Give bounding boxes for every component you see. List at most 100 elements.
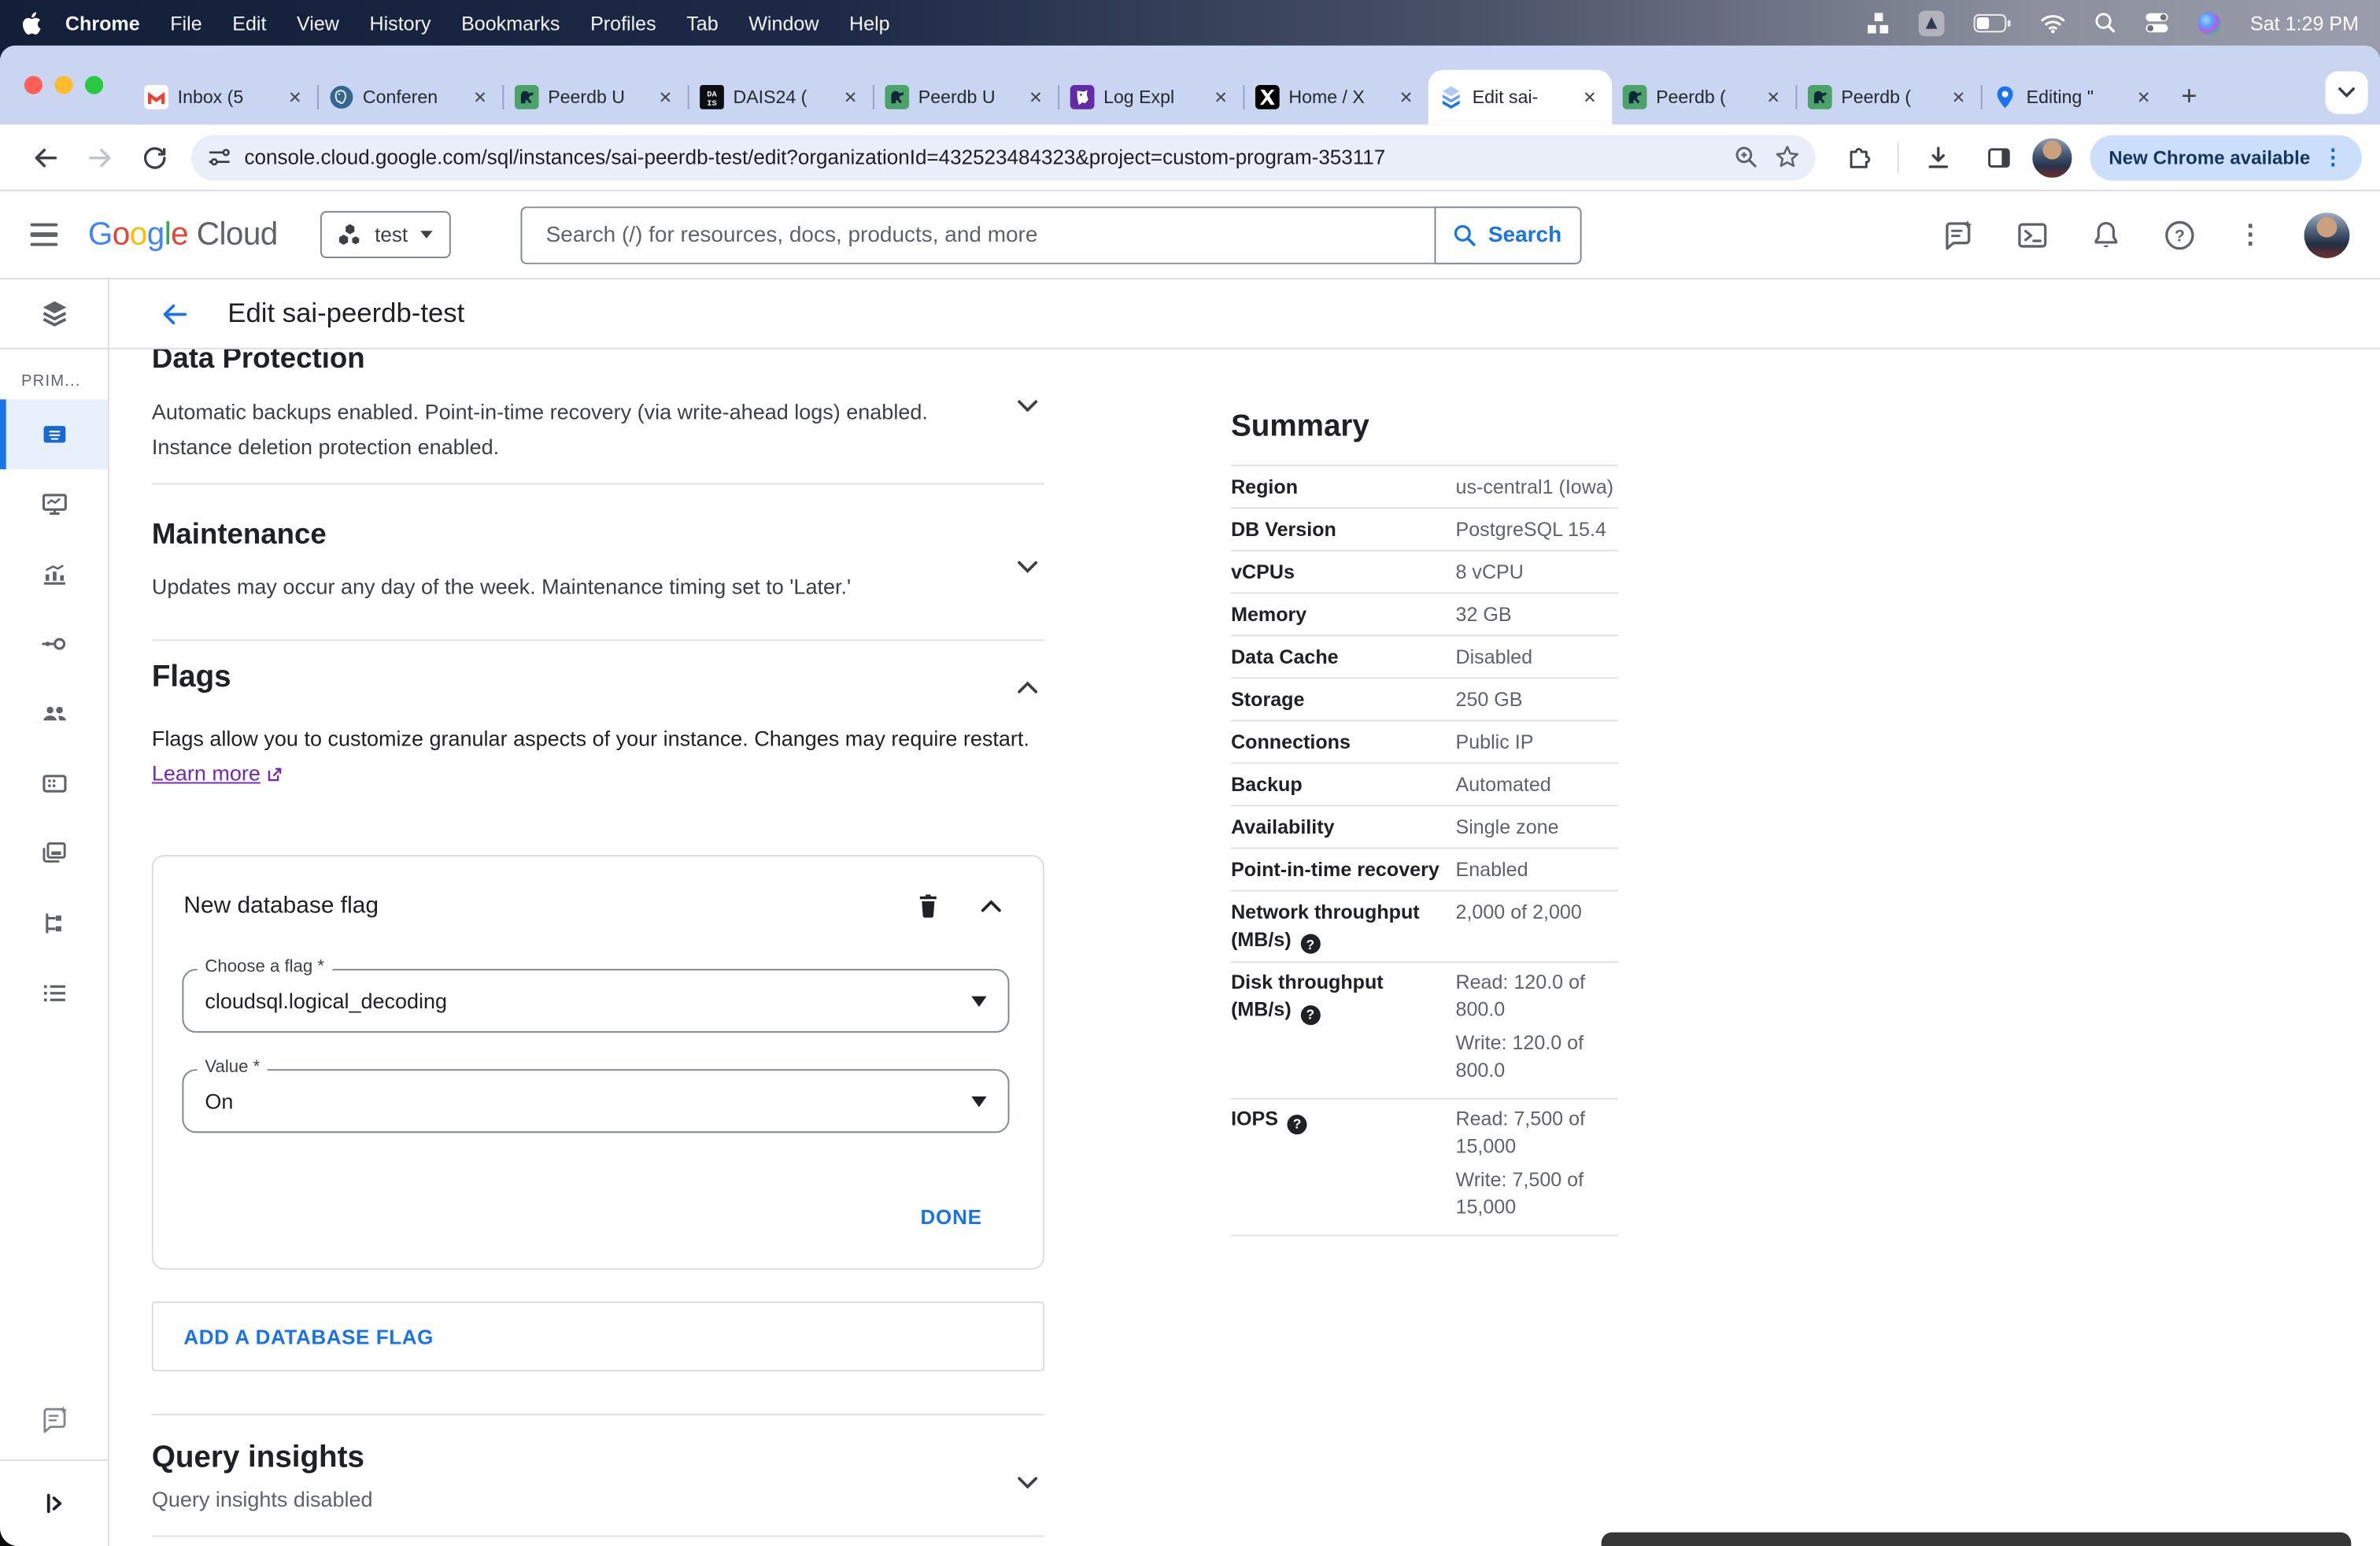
cloud-sql-product-icon[interactable]	[0, 279, 108, 350]
url-text[interactable]: console.cloud.google.com/sql/instances/s…	[244, 146, 1721, 168]
browser-tab-edit-sai[interactable]: Edit sai- ✕	[1428, 69, 1613, 125]
tab-close-icon[interactable]: ✕	[1395, 86, 1417, 109]
help-icon[interactable]: ?	[2163, 218, 2196, 251]
menu-item-history[interactable]: History	[354, 11, 446, 34]
browser-tab-conferen[interactable]: Conferen ✕	[319, 70, 502, 124]
close-window-button[interactable]	[24, 76, 42, 94]
collapse-flag-card-icon[interactable]	[981, 899, 1002, 912]
tab-close-icon[interactable]: ✕	[1762, 86, 1785, 109]
minimize-window-button[interactable]	[54, 76, 73, 94]
delete-flag-icon[interactable]	[915, 891, 941, 920]
browser-tab-peerdb[interactable]: Peerdb (✕	[1797, 70, 1980, 124]
tab-close-icon[interactable]: ✕	[1578, 86, 1601, 109]
menu-item-tab[interactable]: Tab	[671, 11, 734, 34]
more-vert-icon[interactable]: ⋮	[2238, 220, 2264, 250]
project-picker[interactable]: test	[320, 211, 451, 258]
tab-search-chevron-button[interactable]	[2325, 71, 2368, 114]
zoom-window-button[interactable]	[84, 76, 104, 94]
bookmark-star-icon[interactable]	[1775, 144, 1801, 170]
learn-more-link[interactable]: Learn more	[152, 761, 261, 786]
sidebar-item-users[interactable]	[0, 679, 108, 749]
summary-row: Region us-central1 (Iowa)	[1231, 464, 1618, 507]
tab-close-icon[interactable]: ✕	[469, 86, 492, 109]
sidebar-item-query-insights[interactable]	[0, 539, 108, 609]
help-icon[interactable]: ?	[1300, 934, 1321, 954]
browser-tab-dais24[interactable]: DA IS DAIS24 (✕	[689, 70, 873, 124]
flag-value-select[interactable]: Value * On	[182, 1058, 1010, 1134]
new-tab-button[interactable]: +	[2166, 80, 2212, 114]
browser-tab-peerdb-u[interactable]: Peerdb U ✕	[504, 70, 687, 124]
choose-flag-select[interactable]: Choose a flag * cloudsql.logical_decodin…	[182, 958, 1010, 1033]
menu-item-file[interactable]: File	[155, 11, 217, 34]
menu-item-help[interactable]: Help	[834, 11, 905, 34]
chrome-menu-icon[interactable]: ⋮	[2323, 144, 2344, 170]
release-notes-sidebar-icon[interactable]	[0, 1386, 108, 1453]
done-button[interactable]: DONE	[920, 1206, 981, 1229]
sidebar-item-operations[interactable]	[0, 958, 108, 1028]
expand-data-protection-icon[interactable]	[1017, 399, 1038, 412]
side-panel-icon[interactable]	[1972, 143, 2027, 171]
cloud-shell-icon[interactable]	[2016, 218, 2049, 251]
nav-menu-icon[interactable]	[21, 223, 76, 246]
help-icon[interactable]: ?	[1300, 1004, 1321, 1025]
sidebar-item-system-insights[interactable]	[0, 469, 108, 539]
tab-close-icon[interactable]: ✕	[2132, 86, 2155, 109]
browser-tab-editing[interactable]: Editing " ✕	[1983, 70, 2166, 124]
siri-icon[interactable]	[2198, 11, 2222, 35]
app-icon[interactable]	[1919, 9, 1946, 36]
sidebar-item-replicas[interactable]	[0, 889, 108, 959]
collapse-flags-icon[interactable]	[1017, 680, 1038, 693]
browser-tab-inbox-5[interactable]: Inbox (5 ✕	[134, 70, 317, 124]
download-icon[interactable]	[1912, 143, 1966, 171]
sidebar-item-overview[interactable]	[0, 399, 108, 470]
menu-item-profiles[interactable]: Profiles	[575, 11, 671, 34]
extensions-icon[interactable]	[1831, 143, 1885, 171]
address-bar[interactable]: console.cloud.google.com/sql/instances/s…	[190, 134, 1816, 180]
spotlight-search-icon[interactable]	[2095, 12, 2116, 33]
browser-tab-home-x[interactable]: Home / X ✕	[1244, 70, 1428, 124]
zoom-page-icon[interactable]	[1734, 144, 1760, 170]
release-notes-icon[interactable]	[1942, 218, 1975, 251]
site-settings-icon[interactable]	[206, 144, 232, 170]
browser-tab-peerdb-u[interactable]: Peerdb U ✕	[874, 70, 1058, 124]
sidebar-item-backups[interactable]	[0, 819, 108, 889]
browser-tab-peerdb[interactable]: Peerdb (✕	[1612, 70, 1795, 124]
tab-close-icon[interactable]: ✕	[839, 86, 862, 109]
reload-button[interactable]	[128, 143, 182, 171]
wifi-icon[interactable]	[2041, 13, 2067, 33]
tab-close-icon[interactable]: ✕	[1947, 86, 1970, 109]
sidebar-item-databases[interactable]	[0, 749, 108, 819]
peerdb-favicon	[514, 85, 539, 109]
menu-item-chrome[interactable]: Chrome	[50, 11, 155, 34]
back-button[interactable]	[18, 143, 72, 171]
chrome-update-button[interactable]: New Chrome available ⋮	[2090, 134, 2362, 180]
tab-close-icon[interactable]: ✕	[654, 86, 677, 109]
expand-query-insights-icon[interactable]	[1017, 1476, 1038, 1489]
google-cloud-logo[interactable]: Google Cloud	[88, 216, 278, 253]
cloud-search-input[interactable]: Search (/) for resources, docs, products…	[519, 205, 1434, 264]
menu-item-bookmarks[interactable]: Bookmarks	[446, 11, 575, 34]
forward-button[interactable]	[73, 143, 128, 171]
help-icon[interactable]: ?	[1287, 1114, 1307, 1134]
notifications-bell-icon[interactable]	[2090, 218, 2123, 251]
sidebar-item-connections[interactable]	[0, 609, 108, 679]
browser-tab-log-expl[interactable]: Log Expl ✕	[1059, 70, 1243, 124]
window-manager-icon[interactable]	[1868, 11, 1890, 34]
battery-icon[interactable]	[1974, 13, 2012, 32]
back-arrow-icon[interactable]	[159, 298, 190, 329]
apple-menu-icon[interactable]	[21, 11, 41, 34]
browser-profile-avatar[interactable]	[2032, 137, 2073, 177]
tab-close-icon[interactable]: ✕	[1210, 86, 1232, 109]
control-center-icon[interactable]	[2145, 12, 2170, 33]
collapse-sidebar-icon[interactable]	[0, 1467, 108, 1540]
menu-item-view[interactable]: View	[282, 11, 354, 34]
menu-item-window[interactable]: Window	[734, 11, 834, 34]
tab-close-icon[interactable]: ✕	[283, 86, 306, 109]
menubar-clock[interactable]: Sat 1:29 PM	[2250, 11, 2359, 34]
expand-maintenance-icon[interactable]	[1017, 560, 1038, 574]
account-avatar[interactable]	[2304, 212, 2350, 258]
tab-close-icon[interactable]: ✕	[1024, 86, 1047, 109]
menu-item-edit[interactable]: Edit	[217, 11, 282, 34]
add-database-flag-button[interactable]: ADD A DATABASE FLAG	[151, 1301, 1044, 1372]
cloud-search-button[interactable]: Search	[1433, 205, 1581, 264]
